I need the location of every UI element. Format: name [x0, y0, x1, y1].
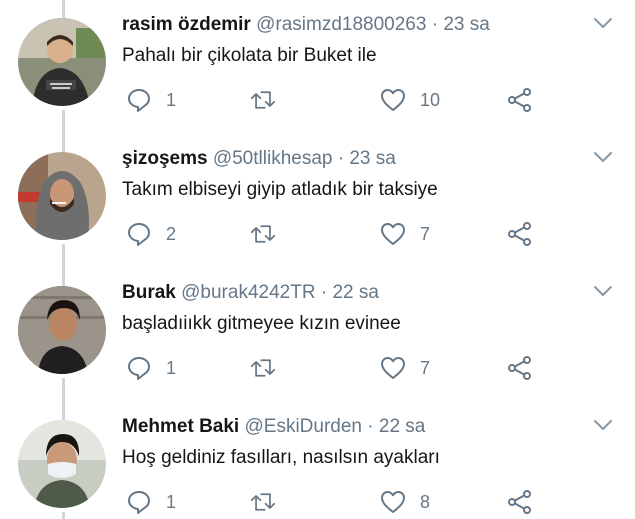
share-icon	[508, 490, 531, 514]
reply-count: 2	[166, 223, 177, 244]
share-button[interactable]	[507, 86, 533, 114]
tweet-actions: 2 7	[122, 220, 622, 248]
share-icon	[508, 356, 531, 380]
reply-button[interactable]: 1	[126, 488, 176, 516]
tweet-actions: 1 7	[122, 354, 622, 382]
retweet-icon	[250, 91, 276, 109]
chevron-down-icon[interactable]	[593, 150, 613, 164]
reply-button[interactable]: 2	[126, 220, 176, 248]
timestamp[interactable]: 22 sa	[379, 416, 425, 437]
display-name[interactable]: Mehmet Baki	[122, 416, 239, 437]
separator-dot: ·	[337, 148, 345, 169]
like-icon	[381, 357, 405, 379]
user-handle[interactable]: @50tllikhesap	[213, 148, 333, 169]
separator-dot: ·	[320, 282, 328, 303]
reply-button[interactable]: 1	[126, 86, 176, 114]
tweet-header: Burak @burak4242TR · 22 sa	[122, 280, 379, 306]
chevron-down-icon[interactable]	[593, 418, 613, 432]
tweet-header: şizoşems @50tllikhesap · 23 sa	[122, 146, 396, 172]
tweet[interactable]: rasim özdemir @rasimzd18800263 · 23 sa P…	[0, 0, 635, 134]
like-button[interactable]: 8	[380, 488, 430, 516]
reply-icon	[128, 491, 150, 514]
tweet[interactable]: Burak @burak4242TR · 22 sa başladıiıkk g…	[0, 268, 635, 402]
like-button[interactable]: 10	[380, 86, 440, 114]
reply-icon	[128, 89, 150, 112]
avatar[interactable]	[18, 152, 106, 240]
retweet-icon	[250, 493, 276, 511]
share-icon	[508, 222, 531, 246]
retweet-button[interactable]	[250, 220, 276, 248]
retweet-button[interactable]	[250, 86, 276, 114]
reply-button[interactable]: 1	[126, 354, 176, 382]
avatar[interactable]	[18, 286, 106, 374]
avatar[interactable]	[18, 420, 106, 508]
tweet-text: Pahalı bir çikolata bir Buket ile	[122, 45, 377, 66]
tweet-header: rasim özdemir @rasimzd18800263 · 23 sa	[122, 12, 490, 38]
like-icon	[381, 491, 405, 513]
user-handle[interactable]: @rasimzd18800263	[256, 14, 426, 35]
share-icon	[508, 88, 531, 112]
display-name[interactable]: Burak	[122, 282, 176, 303]
tweet-actions: 1 8	[122, 488, 622, 516]
tweet-text: Hoş geldiniz fasılları, nasılsın ayaklar…	[122, 447, 440, 468]
chevron-down-icon[interactable]	[593, 16, 613, 30]
avatar[interactable]	[18, 18, 106, 106]
timestamp[interactable]: 23 sa	[349, 148, 395, 169]
tweet[interactable]: Mehmet Baki @EskiDurden · 22 sa Hoş geld…	[0, 402, 635, 519]
share-button[interactable]	[507, 220, 533, 248]
display-name[interactable]: rasim özdemir	[122, 14, 251, 35]
tweet-text: Takım elbiseyi giyip atladık bir taksiye	[122, 179, 438, 200]
tweet-text: başladıiıkk gitmeyee kızın evinee	[122, 313, 401, 334]
reply-icon	[128, 223, 150, 246]
reply-count: 1	[166, 357, 177, 378]
like-icon	[381, 89, 405, 111]
chevron-down-icon[interactable]	[593, 284, 613, 298]
share-button[interactable]	[507, 354, 533, 382]
like-count: 10	[420, 89, 441, 110]
retweet-icon	[250, 359, 276, 377]
reply-count: 1	[166, 89, 177, 110]
like-count: 7	[420, 357, 431, 378]
retweet-button[interactable]	[250, 354, 276, 382]
reply-count: 1	[166, 491, 177, 512]
user-handle[interactable]: @EskiDurden	[244, 416, 362, 437]
share-button[interactable]	[507, 488, 533, 516]
display-name[interactable]: şizoşems	[122, 148, 208, 169]
like-button[interactable]: 7	[380, 354, 430, 382]
like-icon	[381, 223, 405, 245]
retweet-icon	[250, 225, 276, 243]
reply-icon	[128, 357, 150, 380]
retweet-button[interactable]	[250, 488, 276, 516]
like-count: 7	[420, 223, 431, 244]
separator-dot: ·	[431, 14, 439, 35]
tweet[interactable]: şizoşems @50tllikhesap · 23 sa Takım elb…	[0, 134, 635, 268]
separator-dot: ·	[367, 416, 374, 437]
like-count: 8	[420, 491, 431, 512]
tweet-actions: 1 10	[122, 86, 622, 114]
user-handle[interactable]: @burak4242TR	[181, 282, 315, 303]
timestamp[interactable]: 22 sa	[332, 282, 378, 303]
like-button[interactable]: 7	[380, 220, 430, 248]
timestamp[interactable]: 23 sa	[443, 14, 489, 35]
tweet-header: Mehmet Baki @EskiDurden · 22 sa	[122, 414, 425, 440]
